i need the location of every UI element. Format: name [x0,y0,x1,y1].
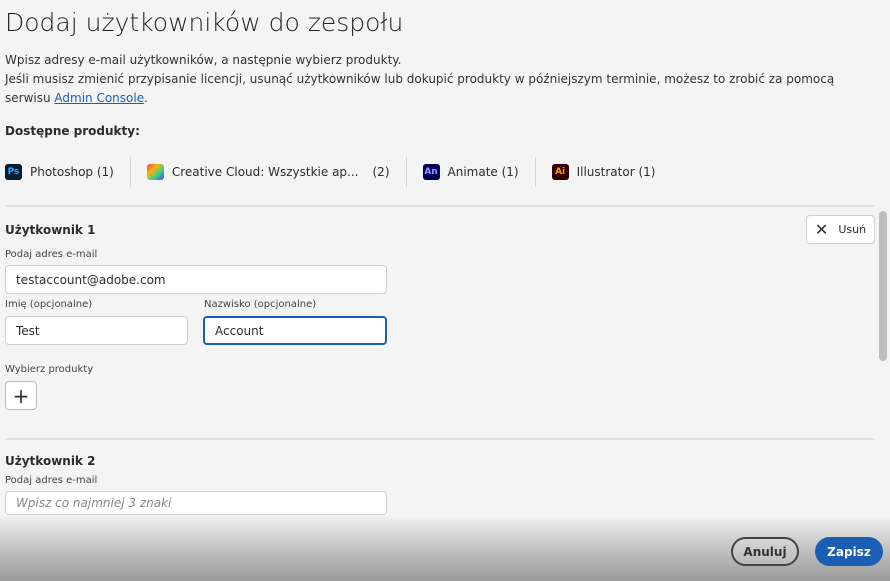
creative-cloud-icon [146,164,164,180]
scrollbar[interactable] [879,211,887,361]
user2-heading: Użytkownik 2 [5,454,96,468]
admin-console-link[interactable]: Admin Console [54,91,144,105]
remove-user-button[interactable]: ✕ Usuń [806,215,875,244]
available-products-label: Dostępne produkty: [5,124,140,138]
animate-icon: An [422,164,440,180]
email-field[interactable]: testaccount@adobe.com [5,265,387,294]
close-icon: ✕ [814,220,829,239]
product-creative-cloud: Creative Cloud: Wszystkie ap... (2) [129,157,406,187]
cancel-button[interactable]: Anuluj [731,537,799,566]
divider [5,205,875,207]
product-photoshop: Ps Photoshop (1) [5,157,130,187]
save-button[interactable]: Zapisz [815,537,883,566]
product-animate: An Animate (1) [405,157,535,187]
first-name-label: Imię (opcjonalne) [5,299,93,310]
last-name-field[interactable]: Account [203,316,387,345]
first-name-field[interactable]: Test [5,316,188,345]
page-title: Dodaj użytkowników do zespołu [5,8,404,37]
add-product-button[interactable]: + [5,381,37,410]
user2-email-field[interactable]: Wpisz co najmniej 3 znaki [5,491,387,515]
photoshop-icon: Ps [5,164,22,180]
description: Wpisz adresy e-mail użytkowników, a nast… [5,53,835,105]
email-label: Podaj adres e-mail [5,475,98,486]
user1-heading: Użytkownik 1 [5,223,96,237]
product-illustrator: Ai Illustrator (1) [534,157,672,187]
product-list: Ps Photoshop (1) Creative Cloud: Wszystki… [5,157,671,187]
select-products-label: Wybierz produkty [5,364,94,375]
divider [5,438,875,440]
email-label: Podaj adres e-mail [5,249,98,260]
last-name-label: Nazwisko (opcjonalne) [204,299,317,310]
illustrator-icon: Ai [551,164,569,180]
